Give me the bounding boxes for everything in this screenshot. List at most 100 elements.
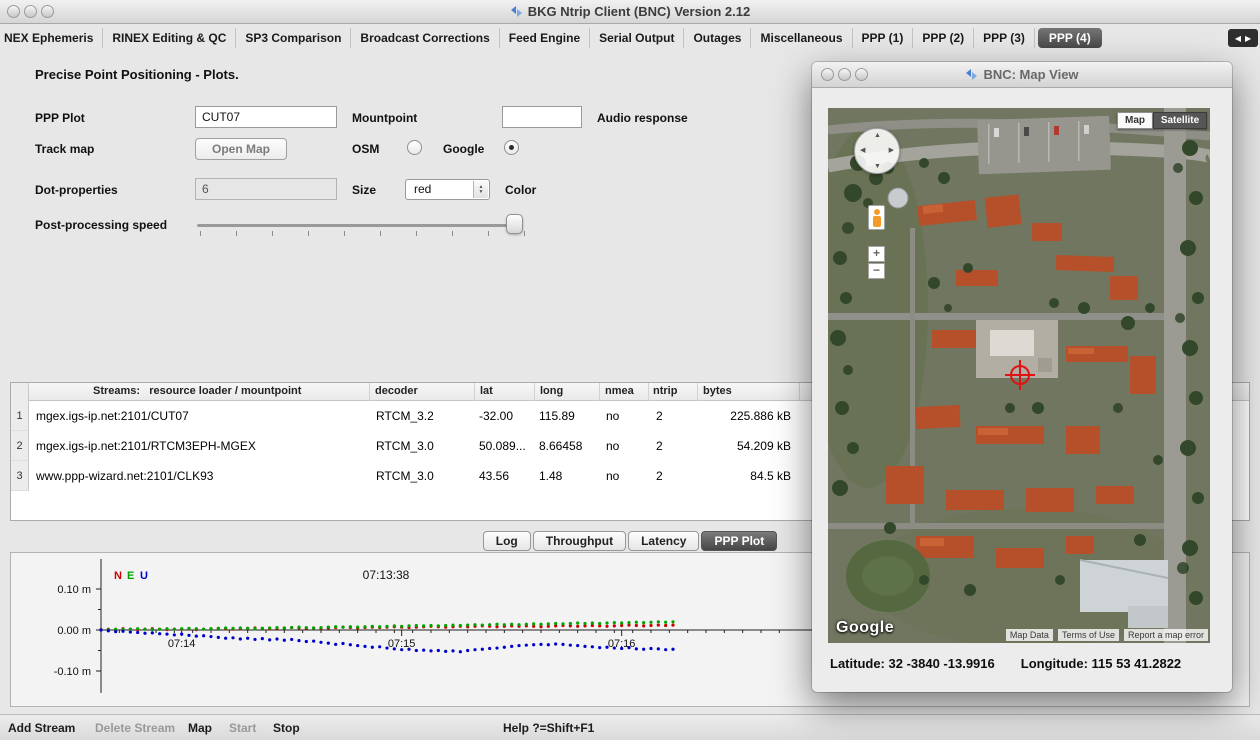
window-title: BKG Ntrip Client (BNC) Version 2.12 (0, 4, 1260, 21)
ppp-plot-label: PPP Plot (35, 111, 85, 125)
cell-nmea: no (606, 469, 619, 483)
combo-arrows-icon: ▲▼ (473, 181, 488, 198)
tab-sp3-comparison[interactable]: SP3 Comparison (236, 28, 351, 48)
svg-text:-0.10 m: -0.10 m (54, 666, 91, 678)
cell-decoder: RTCM_3.2 (376, 409, 434, 423)
map-mode-button[interactable]: Map (1117, 112, 1153, 129)
plot-tab-latency[interactable]: Latency (628, 531, 699, 551)
cell-ntrip: 2 (656, 439, 663, 453)
color-label: Color (505, 183, 536, 197)
dot-color-value: red (414, 182, 431, 196)
column-header[interactable]: long (540, 385, 563, 397)
row-number: 1 (11, 401, 29, 431)
tab-ppp-4[interactable]: PPP (4) (1038, 28, 1102, 48)
pegman-icon[interactable] (868, 205, 885, 230)
speed-slider-track[interactable] (197, 224, 523, 227)
pan-control[interactable]: ▲ ▼ ◀ ▶ (854, 128, 900, 174)
toolbar-delete-stream[interactable]: Delete Stream (95, 721, 175, 735)
map-footer-links: Map Data Terms of Use Report a map error (1006, 629, 1208, 641)
tab-serial-output[interactable]: Serial Output (590, 28, 684, 48)
pan-down-icon[interactable]: ▼ (874, 163, 881, 170)
google-logo[interactable]: Google (836, 619, 894, 637)
satellite-imagery[interactable] (828, 108, 1210, 643)
map-data-link[interactable]: Map Data (1006, 629, 1053, 641)
help-hint: Help ?=Shift+F1 (503, 721, 594, 735)
bottom-toolbar: Add Stream Delete Stream Map Start Stop Help… (0, 714, 1260, 740)
tab-scroll-left-icon[interactable]: ◀ (1235, 34, 1241, 43)
cell-decoder: RTCM_3.0 (376, 439, 434, 453)
zoom-out-button[interactable]: − (868, 263, 885, 279)
post-processing-speed-label: Post-processing speed (35, 218, 167, 232)
svg-text:N: N (114, 570, 122, 582)
map-viewport[interactable]: Map Satellite ▲ ▼ ◀ ▶ + − Google Map Dat… (828, 108, 1210, 643)
row-number: 3 (11, 461, 29, 491)
bnc-main-window: BKG Ntrip Client (BNC) Version 2.12 NEX … (0, 0, 1260, 740)
cell-nmea: no (606, 439, 619, 453)
tab-strip: NEX EphemerisRINEX Editing & QCSP3 Compa… (0, 28, 1105, 48)
cell-bytes: 54.209 kB (696, 439, 791, 453)
toolbar-stop[interactable]: Stop (273, 721, 300, 735)
tab-ppp-3[interactable]: PPP (3) (974, 28, 1035, 48)
tab-ppp-1[interactable]: PPP (1) (853, 28, 914, 48)
svg-text:07:13:38: 07:13:38 (363, 568, 410, 582)
map-titlebar: BNC: Map View (812, 62, 1232, 88)
column-header[interactable]: ntrip (653, 385, 677, 397)
speed-slider-handle[interactable] (506, 214, 523, 234)
zoom-in-button[interactable]: + (868, 246, 885, 262)
toolbar-start[interactable]: Start (229, 721, 256, 735)
cell-lat: 43.56 (479, 469, 509, 483)
cell-long: 1.48 (539, 469, 562, 483)
cell-mountpoint: mgex.igs-ip.net:2101/CUT07 (36, 409, 189, 423)
column-header[interactable]: decoder (375, 385, 418, 397)
tab-scroll-right-icon[interactable]: ▶ (1245, 34, 1251, 43)
osm-radio[interactable] (407, 140, 422, 155)
dot-size-input[interactable] (195, 178, 337, 200)
tab-nex-ephemeris[interactable]: NEX Ephemeris (0, 28, 103, 48)
google-radio[interactable] (504, 140, 519, 155)
column-header[interactable]: lat (480, 385, 493, 397)
plot-tab-throughput[interactable]: Throughput (533, 531, 626, 551)
header-corner-cell (11, 383, 29, 401)
cell-mountpoint: www.ppp-wizard.net:2101/CLK93 (36, 469, 213, 483)
terms-of-use-link[interactable]: Terms of Use (1058, 629, 1119, 641)
plot-tab-log[interactable]: Log (483, 531, 531, 551)
tab-rinex-editing-qc[interactable]: RINEX Editing & QC (103, 28, 236, 48)
tab-outages[interactable]: Outages (684, 28, 751, 48)
cell-ntrip: 2 (656, 409, 663, 423)
dot-color-select[interactable]: red ▲▼ (405, 179, 490, 200)
toolbar-add-stream[interactable]: Add Stream (8, 721, 75, 735)
pan-up-icon[interactable]: ▲ (874, 132, 881, 139)
open-map-button[interactable]: Open Map (195, 138, 287, 160)
ppp-plot-input[interactable] (195, 106, 337, 128)
svg-text:0.00 m: 0.00 m (57, 625, 91, 637)
report-error-link[interactable]: Report a map error (1124, 629, 1208, 641)
map-view-window: BNC: Map View (812, 62, 1232, 692)
tab-broadcast-corrections[interactable]: Broadcast Corrections (351, 28, 499, 48)
panel-heading: Precise Point Positioning - Plots. (35, 67, 239, 82)
osm-label: OSM (352, 142, 379, 156)
latitude-value: Latitude: 32 -3840 -13.9916 (830, 656, 995, 671)
pan-left-icon[interactable]: ◀ (860, 146, 865, 154)
satellite-mode-button[interactable]: Satellite (1153, 112, 1207, 129)
toolbar-map[interactable]: Map (188, 721, 212, 735)
cell-lat: 50.089... (479, 439, 526, 453)
column-header[interactable]: nmea (605, 385, 634, 397)
track-map-label: Track map (35, 142, 94, 156)
google-label: Google (443, 142, 484, 156)
tab-scroll-control[interactable]: ◀▶ (1228, 29, 1258, 47)
row-number: 2 (11, 431, 29, 461)
pan-right-icon[interactable]: ▶ (889, 146, 894, 154)
speed-slider-ticks (200, 231, 525, 236)
column-header[interactable]: Streams: resource loader / mountpoint (93, 385, 301, 397)
audio-response-input[interactable] (502, 106, 582, 128)
cell-bytes: 225.886 kB (696, 409, 791, 423)
tab-feed-engine[interactable]: Feed Engine (500, 28, 590, 48)
cell-ntrip: 2 (656, 469, 663, 483)
plot-tab-ppp-plot[interactable]: PPP Plot (701, 531, 777, 551)
column-header[interactable]: bytes (703, 385, 732, 397)
tab-ppp-2[interactable]: PPP (2) (913, 28, 974, 48)
bnc-app-icon (965, 68, 978, 84)
tab-miscellaneous[interactable]: Miscellaneous (751, 28, 852, 48)
svg-text:0.10 m: 0.10 m (57, 584, 91, 596)
cell-long: 115.89 (539, 409, 575, 423)
